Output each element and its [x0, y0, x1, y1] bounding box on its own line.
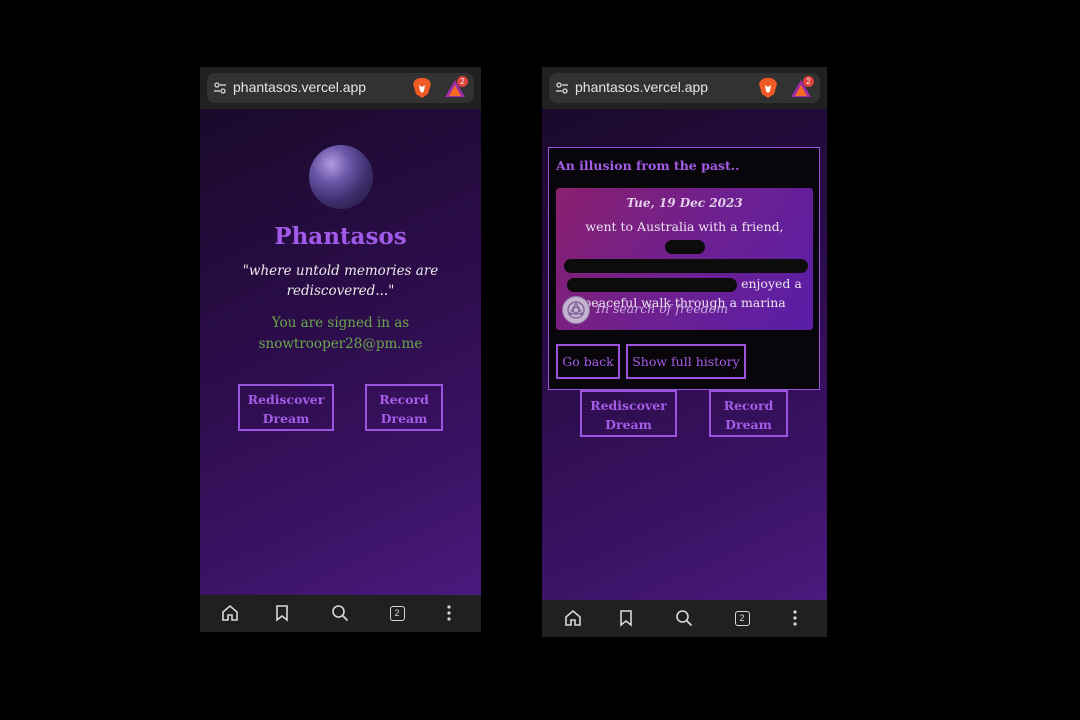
search-button[interactable] — [330, 603, 350, 623]
memory-date: Tue, 19 Dec 2023 — [626, 196, 743, 210]
rewards-badge: 2 — [803, 76, 814, 87]
more-icon — [793, 610, 797, 626]
dialog-title: An illusion from the past.. — [556, 158, 740, 173]
bookmarks-button[interactable] — [616, 608, 636, 628]
memory-text-part1: went to Australia with a friend, — [585, 219, 784, 234]
show-full-history-button[interactable]: Show full history — [626, 344, 746, 379]
rediscover-dream-button[interactable]: Rediscover Dream — [238, 384, 334, 431]
search-icon — [332, 605, 349, 622]
home-icon — [565, 609, 581, 626]
more-icon — [447, 605, 451, 621]
app-title: Phantasos — [274, 223, 407, 250]
go-back-button[interactable]: Go back — [556, 344, 620, 379]
brave-lion-icon[interactable] — [412, 77, 432, 99]
tabs-button[interactable]: 2 — [387, 603, 407, 623]
redacted-text — [567, 277, 738, 292]
signed-in-label: You are signed in as — [271, 315, 410, 331]
memory-dialog: An illusion from the past.. Tue, 19 Dec … — [548, 147, 820, 390]
tune-icon[interactable] — [555, 81, 569, 95]
address-bar[interactable]: phantasos.vercel.app 2 — [549, 73, 820, 103]
browser-top-bar: phantasos.vercel.app 2 — [200, 67, 481, 109]
tabs-icon: 2 — [734, 610, 750, 626]
record-dream-button[interactable]: Record Dream — [365, 384, 443, 431]
memory-card: Tue, 19 Dec 2023 went to Australia with … — [556, 188, 813, 330]
home-icon — [222, 604, 238, 621]
user-email: snowtrooper28@pm.me — [258, 336, 423, 352]
browser-top-bar: phantasos.vercel.app 2 — [542, 67, 827, 109]
tabs-icon: 2 — [389, 605, 405, 621]
redacted-text — [664, 239, 705, 254]
menu-button[interactable] — [439, 603, 459, 623]
bookmark-icon — [276, 605, 288, 622]
home-button[interactable] — [220, 603, 240, 623]
rediscover-dream-button[interactable]: Rediscover Dream — [580, 390, 677, 437]
mood-emblem-icon — [562, 296, 590, 324]
record-dream-button[interactable]: Record Dream — [709, 390, 788, 437]
bookmarks-button[interactable] — [272, 603, 292, 623]
url-text[interactable]: phantasos.vercel.app — [575, 79, 708, 95]
address-bar[interactable]: phantasos.vercel.app 2 — [207, 73, 474, 103]
web-content: Phantasos "where untold memories are red… — [200, 109, 481, 595]
home-button[interactable] — [563, 608, 583, 628]
phone-screenshot-home: phantasos.vercel.app 2 Phantasos "where … — [200, 67, 481, 632]
bookmark-icon — [620, 610, 632, 627]
app-logo — [309, 145, 373, 209]
url-text[interactable]: phantasos.vercel.app — [233, 79, 366, 95]
menu-button[interactable] — [785, 608, 805, 628]
redacted-text — [564, 258, 808, 273]
tune-icon[interactable] — [213, 81, 227, 95]
mood-label: In search of freedom — [596, 301, 729, 316]
mood-row: In search of freedom — [562, 296, 802, 324]
web-content: Rediscover Dream Record Dream An illusio… — [542, 109, 827, 601]
brave-lion-icon[interactable] — [758, 77, 778, 99]
browser-bottom-bar: 2 — [200, 595, 481, 632]
signed-in-info: You are signed in as snowtrooper28@pm.me — [220, 313, 461, 355]
rewards-badge: 2 — [457, 76, 468, 87]
search-icon — [676, 610, 693, 627]
browser-bottom-bar: 2 — [542, 600, 827, 637]
tabs-button[interactable]: 2 — [732, 608, 752, 628]
search-button[interactable] — [674, 608, 694, 628]
phone-screenshot-memory: phantasos.vercel.app 2 Rediscover Dream … — [542, 67, 827, 637]
tagline: "where untold memories are rediscovered.… — [242, 263, 439, 299]
